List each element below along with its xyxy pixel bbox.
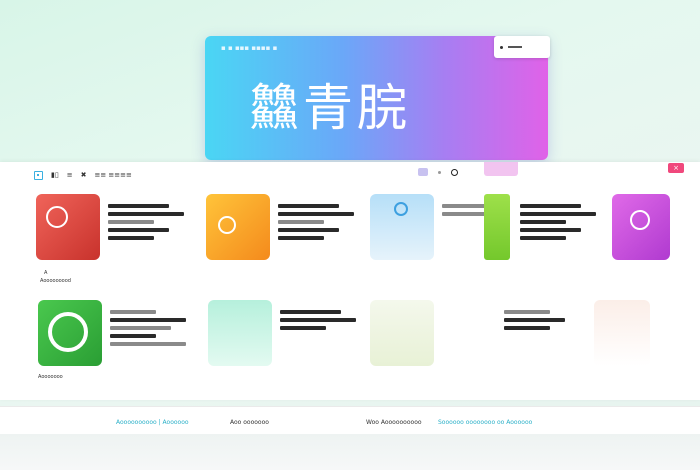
hero-title: 䲜青脘	[249, 79, 411, 137]
dot-icon	[500, 46, 503, 49]
card-7[interactable]	[208, 300, 360, 366]
toolbar-item-3[interactable]: ✖	[81, 171, 87, 179]
card-1[interactable]	[36, 194, 188, 260]
footer-item-2[interactable]: Aoo ooooooo	[230, 419, 269, 426]
footer-item-1[interactable]: Aoooooooooo | Aoooooo	[116, 419, 189, 426]
card-subtitle: Aooooooo	[38, 374, 63, 380]
card-thumbnail	[208, 300, 272, 366]
dot-icon	[438, 170, 441, 174]
circle-icon	[46, 206, 68, 228]
card-thumbnail	[36, 194, 100, 260]
card-thumbnail	[612, 194, 670, 260]
footer-item-3[interactable]: Woo Aoooooooooo	[366, 419, 422, 426]
pink-tab[interactable]	[484, 162, 518, 176]
card-thumbnail	[594, 300, 650, 366]
card-text	[110, 310, 186, 350]
hero-banner: ▪ ▪ ▪▪▪ ▪▪▪▪ ▪ 䲜青脘	[205, 36, 550, 160]
card-thumbnail	[484, 194, 510, 260]
footer-bar: Aoooooooooo | Aoooooo Aoo ooooooo Woo Ao…	[0, 406, 700, 434]
card-9[interactable]	[498, 300, 650, 366]
toolbar: ▮▯ ≡ ✖ ≡≡ ≡≡≡≡	[34, 168, 132, 182]
card-text	[520, 204, 596, 244]
content-panel: ▮▯ ≡ ✖ ≡≡ ≡≡≡≡ × A Aooooooood Aooooooo	[0, 162, 700, 400]
card-text	[108, 204, 184, 244]
circle-icon	[218, 216, 236, 234]
card-thumbnail	[370, 300, 434, 366]
toolbar-item-1[interactable]: ▮▯	[51, 171, 59, 179]
dash-icon	[508, 46, 522, 48]
circle-icon	[48, 312, 88, 352]
card-6[interactable]	[38, 300, 190, 366]
card-text	[280, 310, 356, 334]
card-text	[278, 204, 354, 244]
toolbar-right	[418, 168, 458, 176]
toolbar-item-2[interactable]: ≡	[67, 171, 73, 179]
card-caption: A	[44, 270, 48, 276]
card-5[interactable]	[612, 194, 672, 260]
card-thumbnail	[370, 194, 434, 260]
bottom-band	[0, 434, 700, 470]
hero-badge-button[interactable]	[494, 36, 550, 58]
footer-item-4[interactable]: Soooooo oooooooo oo Aoooooo	[438, 419, 532, 426]
card-thumbnail	[38, 300, 102, 366]
view-toggle-icon[interactable]	[418, 168, 428, 176]
circle-icon[interactable]	[451, 168, 458, 176]
grid-view-icon[interactable]	[34, 170, 43, 180]
card-thumbnail	[206, 194, 270, 260]
close-icon[interactable]: ×	[668, 163, 684, 173]
circle-icon	[630, 210, 650, 230]
circle-icon	[394, 202, 408, 216]
card-text	[504, 310, 580, 334]
toolbar-item-4[interactable]: ≡≡ ≡≡≡≡	[94, 171, 131, 179]
card-2[interactable]	[206, 194, 358, 260]
hero-breadcrumb: ▪ ▪ ▪▪▪ ▪▪▪▪ ▪	[221, 44, 278, 52]
card-subtitle: Aooooooood	[40, 278, 71, 284]
